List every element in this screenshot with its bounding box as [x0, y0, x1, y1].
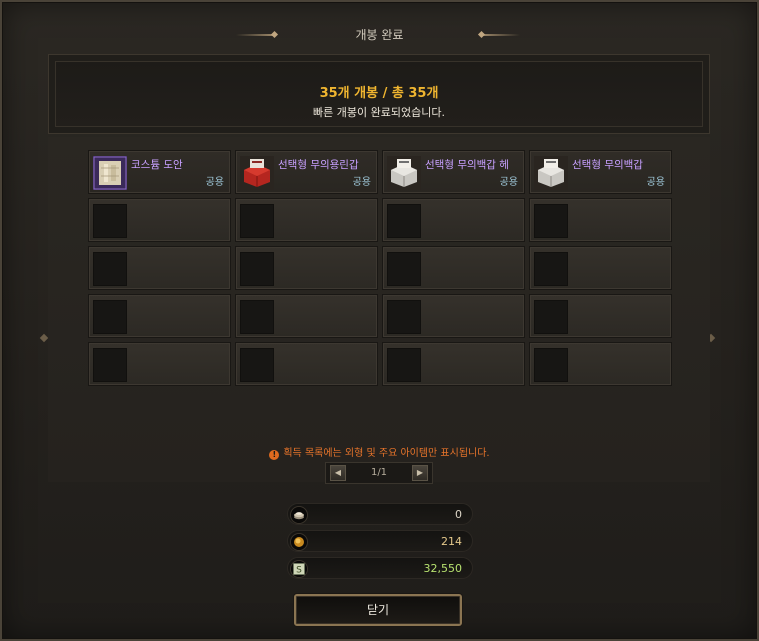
summary-panel: 35개 개봉 / 총 35개 빠른 개봉이 완료되었습니다.	[48, 54, 710, 134]
item-name: 코스튬 도안	[131, 159, 183, 171]
title-ornament-right	[477, 30, 520, 39]
close-button[interactable]: 닫기	[294, 594, 462, 626]
empty-slot-box	[93, 252, 127, 286]
empty-slot-box	[240, 300, 274, 334]
item-list-panel: 코스튬 도안 공용 선택형 무의용린갑 공용 선택형 무의백갑 헤 공용 선택형…	[48, 137, 710, 482]
white-armor-box-icon	[387, 156, 421, 190]
item-name: 선택형 무의백갑	[572, 159, 643, 171]
empty-slot	[382, 294, 525, 338]
cera-value: 32,550	[423, 562, 463, 575]
item-name: 선택형 무의용린갑	[278, 159, 359, 171]
empty-slot	[529, 342, 672, 386]
item-name: 선택형 무의백갑 헤	[425, 159, 509, 171]
gold-icon	[291, 534, 307, 550]
coin-stack-icon	[291, 507, 307, 523]
cera-icon: S	[291, 561, 307, 577]
empty-slot	[88, 198, 231, 242]
red-armor-box-icon	[240, 156, 274, 190]
title-bar: 개봉 완료	[2, 22, 757, 48]
item-share-label: 공용	[352, 177, 371, 188]
item-slot[interactable]: 선택형 무의용린갑 공용	[235, 150, 378, 194]
empty-slot-box	[534, 204, 568, 238]
empty-slot	[529, 246, 672, 290]
coin-value: 0	[455, 508, 462, 521]
empty-slot	[235, 294, 378, 338]
gold-value: 214	[441, 535, 462, 548]
cera-currency-row: S 32,550	[287, 557, 473, 579]
empty-slot-box	[387, 300, 421, 334]
empty-slot	[382, 342, 525, 386]
empty-slot	[88, 294, 231, 338]
coin-currency-row: 0	[287, 503, 473, 525]
summary-inner: 35개 개봉 / 총 35개 빠른 개봉이 완료되었습니다.	[55, 61, 703, 127]
item-grid: 코스튬 도안 공용 선택형 무의용린갑 공용 선택형 무의백갑 헤 공용 선택형…	[88, 150, 672, 386]
empty-slot-box	[534, 348, 568, 382]
title-ornament-left	[236, 30, 279, 39]
empty-slot	[235, 246, 378, 290]
empty-slot	[382, 198, 525, 242]
empty-slot-box	[534, 300, 568, 334]
item-slot[interactable]: 선택형 무의백갑 공용	[529, 150, 672, 194]
empty-slot	[529, 198, 672, 242]
white-armor-box-icon	[534, 156, 568, 190]
item-share-label: 공용	[646, 177, 665, 188]
left-ornament	[39, 333, 49, 343]
empty-slot-box	[387, 204, 421, 238]
item-share-label: 공용	[499, 177, 518, 188]
empty-slot	[529, 294, 672, 338]
empty-slot-box	[387, 348, 421, 382]
open-count-text: 35개 개봉 / 총 35개	[319, 86, 439, 101]
pagination: ◀ 1/1 ▶	[325, 462, 433, 484]
notice-text: 획득 목록에는 외형 및 주요 아이템만 표시됩니다.	[283, 448, 490, 459]
costume-blueprint-icon	[93, 156, 127, 190]
empty-slot-box	[387, 252, 421, 286]
empty-slot-box	[240, 252, 274, 286]
svg-text:S: S	[296, 566, 302, 576]
notice-text-row: ! 획득 목록에는 외형 및 주요 아이템만 표시됩니다.	[2, 444, 757, 460]
empty-slot	[382, 246, 525, 290]
empty-slot	[88, 342, 231, 386]
empty-slot	[235, 342, 378, 386]
empty-slot-box	[240, 204, 274, 238]
window-title: 개봉 완료	[355, 28, 404, 42]
next-page-button[interactable]: ▶	[412, 465, 428, 481]
item-slot[interactable]: 선택형 무의백갑 헤 공용	[382, 150, 525, 194]
open-complete-window: 개봉 완료 35개 개봉 / 총 35개 빠른 개봉이 완료되었습니다. 코스튬…	[0, 0, 759, 641]
empty-slot	[235, 198, 378, 242]
empty-slot-box	[93, 348, 127, 382]
empty-slot-box	[534, 252, 568, 286]
item-share-label: 공용	[205, 177, 224, 188]
empty-slot-box	[240, 348, 274, 382]
empty-slot	[88, 246, 231, 290]
complete-message: 빠른 개봉이 완료되었습니다.	[313, 106, 445, 119]
empty-slot-box	[93, 300, 127, 334]
warning-icon: !	[269, 450, 280, 460]
gold-currency-row: 214	[287, 530, 473, 552]
empty-slot-box	[93, 204, 127, 238]
item-slot[interactable]: 코스튬 도안 공용	[88, 150, 231, 194]
